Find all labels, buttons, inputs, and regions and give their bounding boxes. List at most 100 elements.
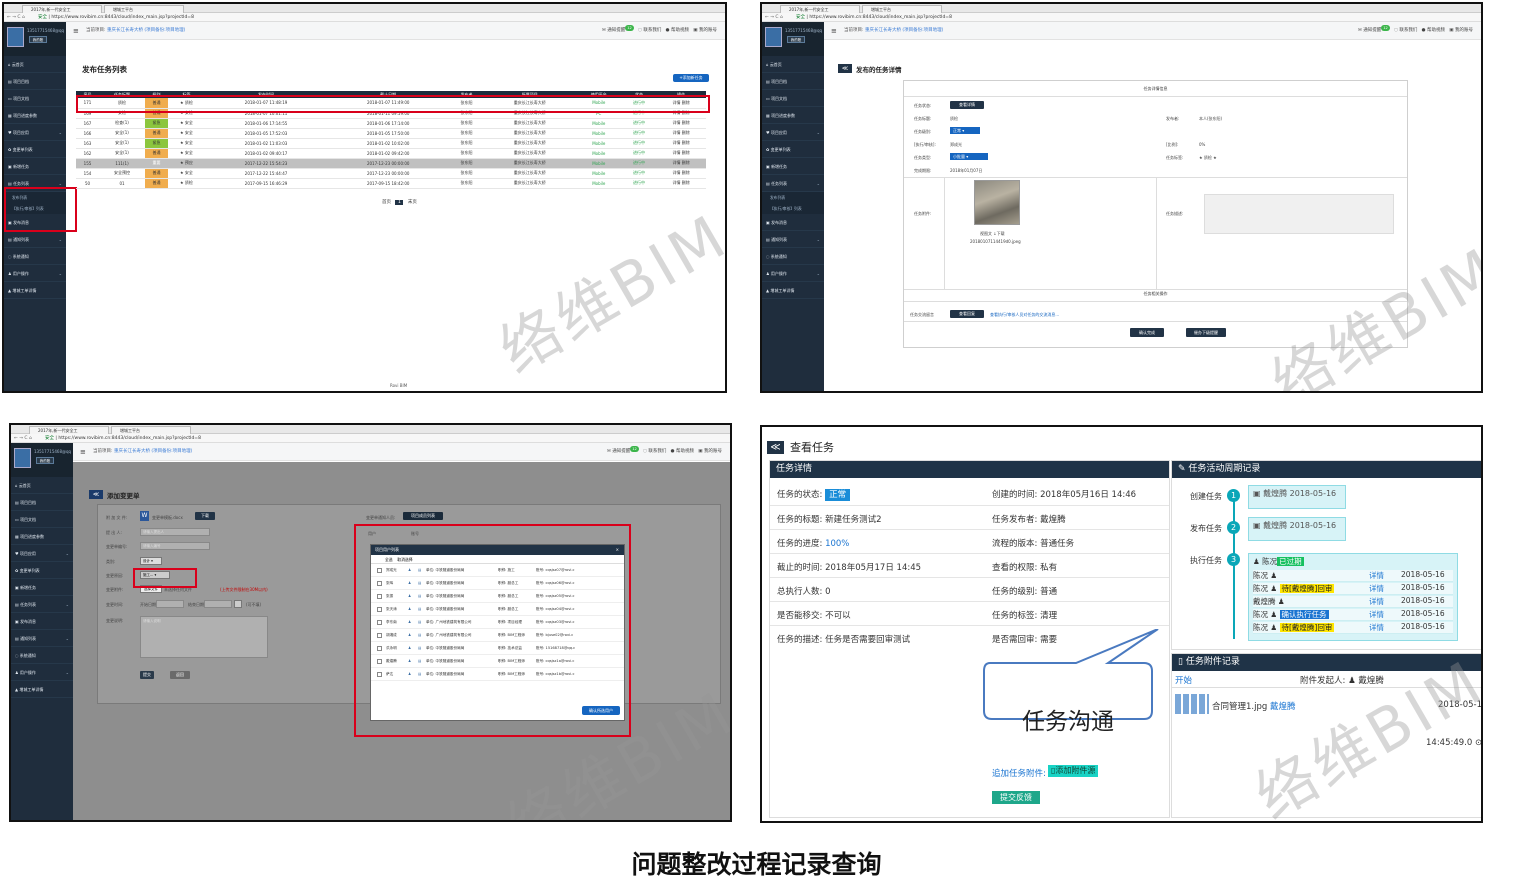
topbar-right[interactable]: ✉ 通知提醒 12 ◌ 联系我们 ● 帮助视频 ▣ 我的账号 — [607, 443, 722, 461]
sidebar-item[interactable]: ▤ 通知列表 ⌄ — [11, 630, 73, 647]
member-list-button[interactable]: 项目成员列表 — [403, 512, 443, 520]
project-name[interactable]: 重庆长江长寿大桥 — [865, 28, 901, 33]
address-bar[interactable]: ← → C ⌂ 安全 | https://www.rovibim.cn:8443… — [762, 13, 1481, 22]
sidebar-item[interactable]: ▣ 发布消息 — [11, 613, 73, 630]
sidebar-item[interactable]: ▤ 通知列表 ⌄ — [762, 231, 824, 248]
account-button[interactable]: 我的账 — [36, 457, 54, 464]
sidebar-item[interactable]: ▲ 增城工单详情 — [11, 681, 73, 698]
sidebar-item[interactable]: ▦ 项目进度参数 — [11, 528, 73, 545]
pager-current[interactable]: 1 — [395, 200, 404, 205]
download-button[interactable]: 下载 — [195, 512, 215, 520]
nav-arrows-icon[interactable]: ← → C ⌂ — [765, 13, 783, 22]
sidebar-sub-item[interactable]: 【执行/审核】列表 — [762, 203, 824, 214]
sidebar-sub-item[interactable]: 发布列表 — [762, 192, 824, 203]
sidebar-item[interactable]: ♟ 用户操作 ⌄ — [4, 265, 66, 282]
table-row[interactable]: 155 111(1) 重要 ★ 预应 2017-12-22 15:54:23 2017-1… — [76, 158, 706, 169]
level-select[interactable]: 正常 ▾ — [950, 127, 980, 134]
submit-feedback-button[interactable]: 提交反馈 — [992, 791, 1040, 804]
sidebar-item[interactable]: ▲ 增城工单详情 — [762, 282, 824, 299]
attachment-actions[interactable]: 视图文 ↓下载 — [980, 231, 1005, 237]
attachment-thumbnail[interactable] — [974, 180, 1020, 225]
sidebar-item[interactable]: ▤ 通知列表 ⌄ — [4, 231, 66, 248]
desc-box[interactable] — [1204, 194, 1394, 234]
view-reply-button[interactable]: 查看回复 — [950, 310, 984, 318]
sidebar-item[interactable]: ▣ 新增任务 — [11, 579, 73, 596]
sidebar-item[interactable]: ▤ 项目目档 — [11, 494, 73, 511]
type-select[interactable]: 小批量 ▾ — [950, 153, 988, 160]
sidebar-item[interactable]: ▭ 项目文档 — [762, 90, 824, 107]
table-row[interactable]: 163 安全(1) 紧急 ★ 安全 2018-01-02 11:03:03 2018-01… — [76, 138, 706, 149]
avatar[interactable] — [14, 448, 31, 468]
topbar-right[interactable]: ✉ 通知提醒 12 ◌ 联系我们 ● 帮助视频 ▣ 我的账号 — [602, 22, 717, 40]
sidebar-item[interactable]: ▤ 任务列表 ⌄ — [11, 596, 73, 613]
time-end[interactable]: 结束日期 — [188, 602, 204, 608]
sidebar-item[interactable]: ▣ 新增任务 — [4, 158, 66, 175]
word-file-icon[interactable]: W — [140, 511, 149, 521]
file-name[interactable]: 变更单模板.docx — [152, 515, 183, 521]
table-row[interactable]: 167 检查(1) 紧急 ★ 安全 2018-01-06 17:14:55 2018-01… — [76, 118, 706, 129]
exec-row[interactable]: 陈况 ♟ 详情 2018-05-16 — [1253, 570, 1453, 582]
browser-tab[interactable]: 增城工平台 — [862, 5, 942, 13]
sidebar-item[interactable]: ♟ 用户操作 ⌄ — [762, 265, 824, 282]
date-start-input[interactable] — [156, 600, 184, 608]
nav-arrows-icon[interactable]: ← → C ⌂ — [7, 13, 25, 22]
menu-icon[interactable]: ≡ — [80, 443, 86, 461]
avatar[interactable] — [765, 27, 782, 47]
sidebar-item[interactable]: ▭ 项目文档 — [4, 90, 66, 107]
sidebar-item[interactable]: ◌ 系统通知 — [4, 248, 66, 265]
exec-row[interactable]: 戴煌腾 ♟ 详情 2018-05-16 — [1253, 596, 1453, 608]
browser-tab[interactable]: 2017年,新一代安全工 — [780, 5, 860, 13]
add-attachment-button[interactable]: ▯添加附件源 — [1048, 765, 1099, 777]
submit-button[interactable]: 提交 — [140, 671, 154, 679]
date-end-input[interactable] — [204, 600, 232, 608]
sidebar-item[interactable]: ♥ 项目应用 ⌄ — [762, 124, 824, 141]
browser-tab[interactable]: 增城工平台 — [104, 5, 184, 13]
table-row[interactable]: 162 安全(1) 普通 ★ 安全 2018-01-02 09:40:17 2018-01… — [76, 148, 706, 159]
pager-last[interactable]: 末页 — [408, 200, 417, 205]
comm-hint[interactable]: 查看执行/审核人员对任务的交流消息... — [990, 312, 1059, 318]
sidebar-item[interactable]: ▤ 项目目档 — [762, 73, 824, 90]
file-thumb-icon[interactable] — [1175, 694, 1209, 714]
sidebar-item-task-list[interactable]: ▤ 任务列表 ⌄ — [762, 175, 824, 192]
browser-tab[interactable]: 增城工平台 — [111, 426, 191, 434]
exec-row[interactable]: 陈况 ♟ 确认执行任务 详情 2018-05-16 — [1253, 609, 1453, 621]
exec-row[interactable]: 陈况 ♟ 待[戴煌腾]回审 详情 2018-05-16 — [1253, 622, 1453, 634]
sidebar-item[interactable]: ▣ 发布消息 — [762, 214, 824, 231]
back-button[interactable]: ≪ — [838, 64, 852, 73]
avatar[interactable] — [7, 27, 24, 47]
project-name[interactable]: 重庆长江长寿大桥 — [107, 28, 143, 33]
sidebar-item[interactable]: ✿ 变更单列表 — [4, 141, 66, 158]
topbar-right[interactable]: ✉ 通知提醒 12 ◌ 联系我们 ● 帮助视频 ▣ 我的账号 — [1358, 22, 1473, 40]
exec-row[interactable]: 陈况 ♟ 待[戴煌腾]回审 详情 2018-05-16 — [1253, 583, 1453, 595]
person-input[interactable]: 请输入提出人 — [140, 528, 210, 536]
sidebar-item[interactable]: ▦ 项目进度参数 — [762, 107, 824, 124]
table-row[interactable]: 166 安全(1) 普通 ★ 安全 2018-01-05 17:52:03 2018-01… — [76, 128, 706, 139]
sidebar-item[interactable]: ♥ 项目应用 ⌄ — [11, 545, 73, 562]
sidebar-item[interactable]: ✿ 变更单列表 — [11, 562, 73, 579]
sidebar-item[interactable]: ✿ 变更单列表 — [762, 141, 824, 158]
browser-tab[interactable]: 2017年,新一代安全工 — [22, 5, 102, 13]
sidebar-item[interactable]: ♥ 项目应用 ⌄ — [4, 124, 66, 141]
menu-icon[interactable]: ≡ — [831, 22, 837, 40]
sidebar-item[interactable]: ▣ 新增任务 — [762, 158, 824, 175]
sidebar-item[interactable]: ⌂ 云首页 — [11, 477, 73, 494]
confirm-complete-button[interactable]: 确认完成 — [1130, 328, 1164, 337]
back-button[interactable]: ≪ — [89, 490, 103, 499]
sidebar-item[interactable]: ◌ 系统通知 — [762, 248, 824, 265]
pager-first[interactable]: 首页 — [382, 200, 391, 205]
calendar-icon[interactable] — [234, 600, 242, 608]
table-row[interactable]: 50 01 普通 ★ 质检 2017-09-15 16:46:29 2017-09-15 … — [76, 178, 706, 189]
sidebar-item[interactable]: ⌂ 云首页 — [4, 56, 66, 73]
project-name[interactable]: 重庆长江长寿大桥 — [114, 449, 150, 454]
account-button[interactable]: 我的账 — [29, 36, 47, 43]
sidebar-item[interactable]: ▤ 项目目档 — [4, 73, 66, 90]
browser-tab[interactable]: 2017年,新一代安全工 — [29, 426, 109, 434]
type-select[interactable]: 设计 ▾ — [140, 557, 162, 565]
code-input[interactable]: 请输入编号 — [140, 542, 210, 550]
address-bar[interactable]: ← → C ⌂ 安全 | https://www.rovibim.cn:8443… — [11, 434, 730, 443]
view-detail-button[interactable]: 查看详情 — [950, 101, 984, 109]
sidebar-item[interactable]: ♟ 用户操作 ⌄ — [11, 664, 73, 681]
time-start[interactable]: 开始日期 — [140, 602, 156, 608]
sidebar-item[interactable]: ▦ 项目进度参数 — [4, 107, 66, 124]
sidebar-item[interactable]: ▭ 项目文档 — [11, 511, 73, 528]
